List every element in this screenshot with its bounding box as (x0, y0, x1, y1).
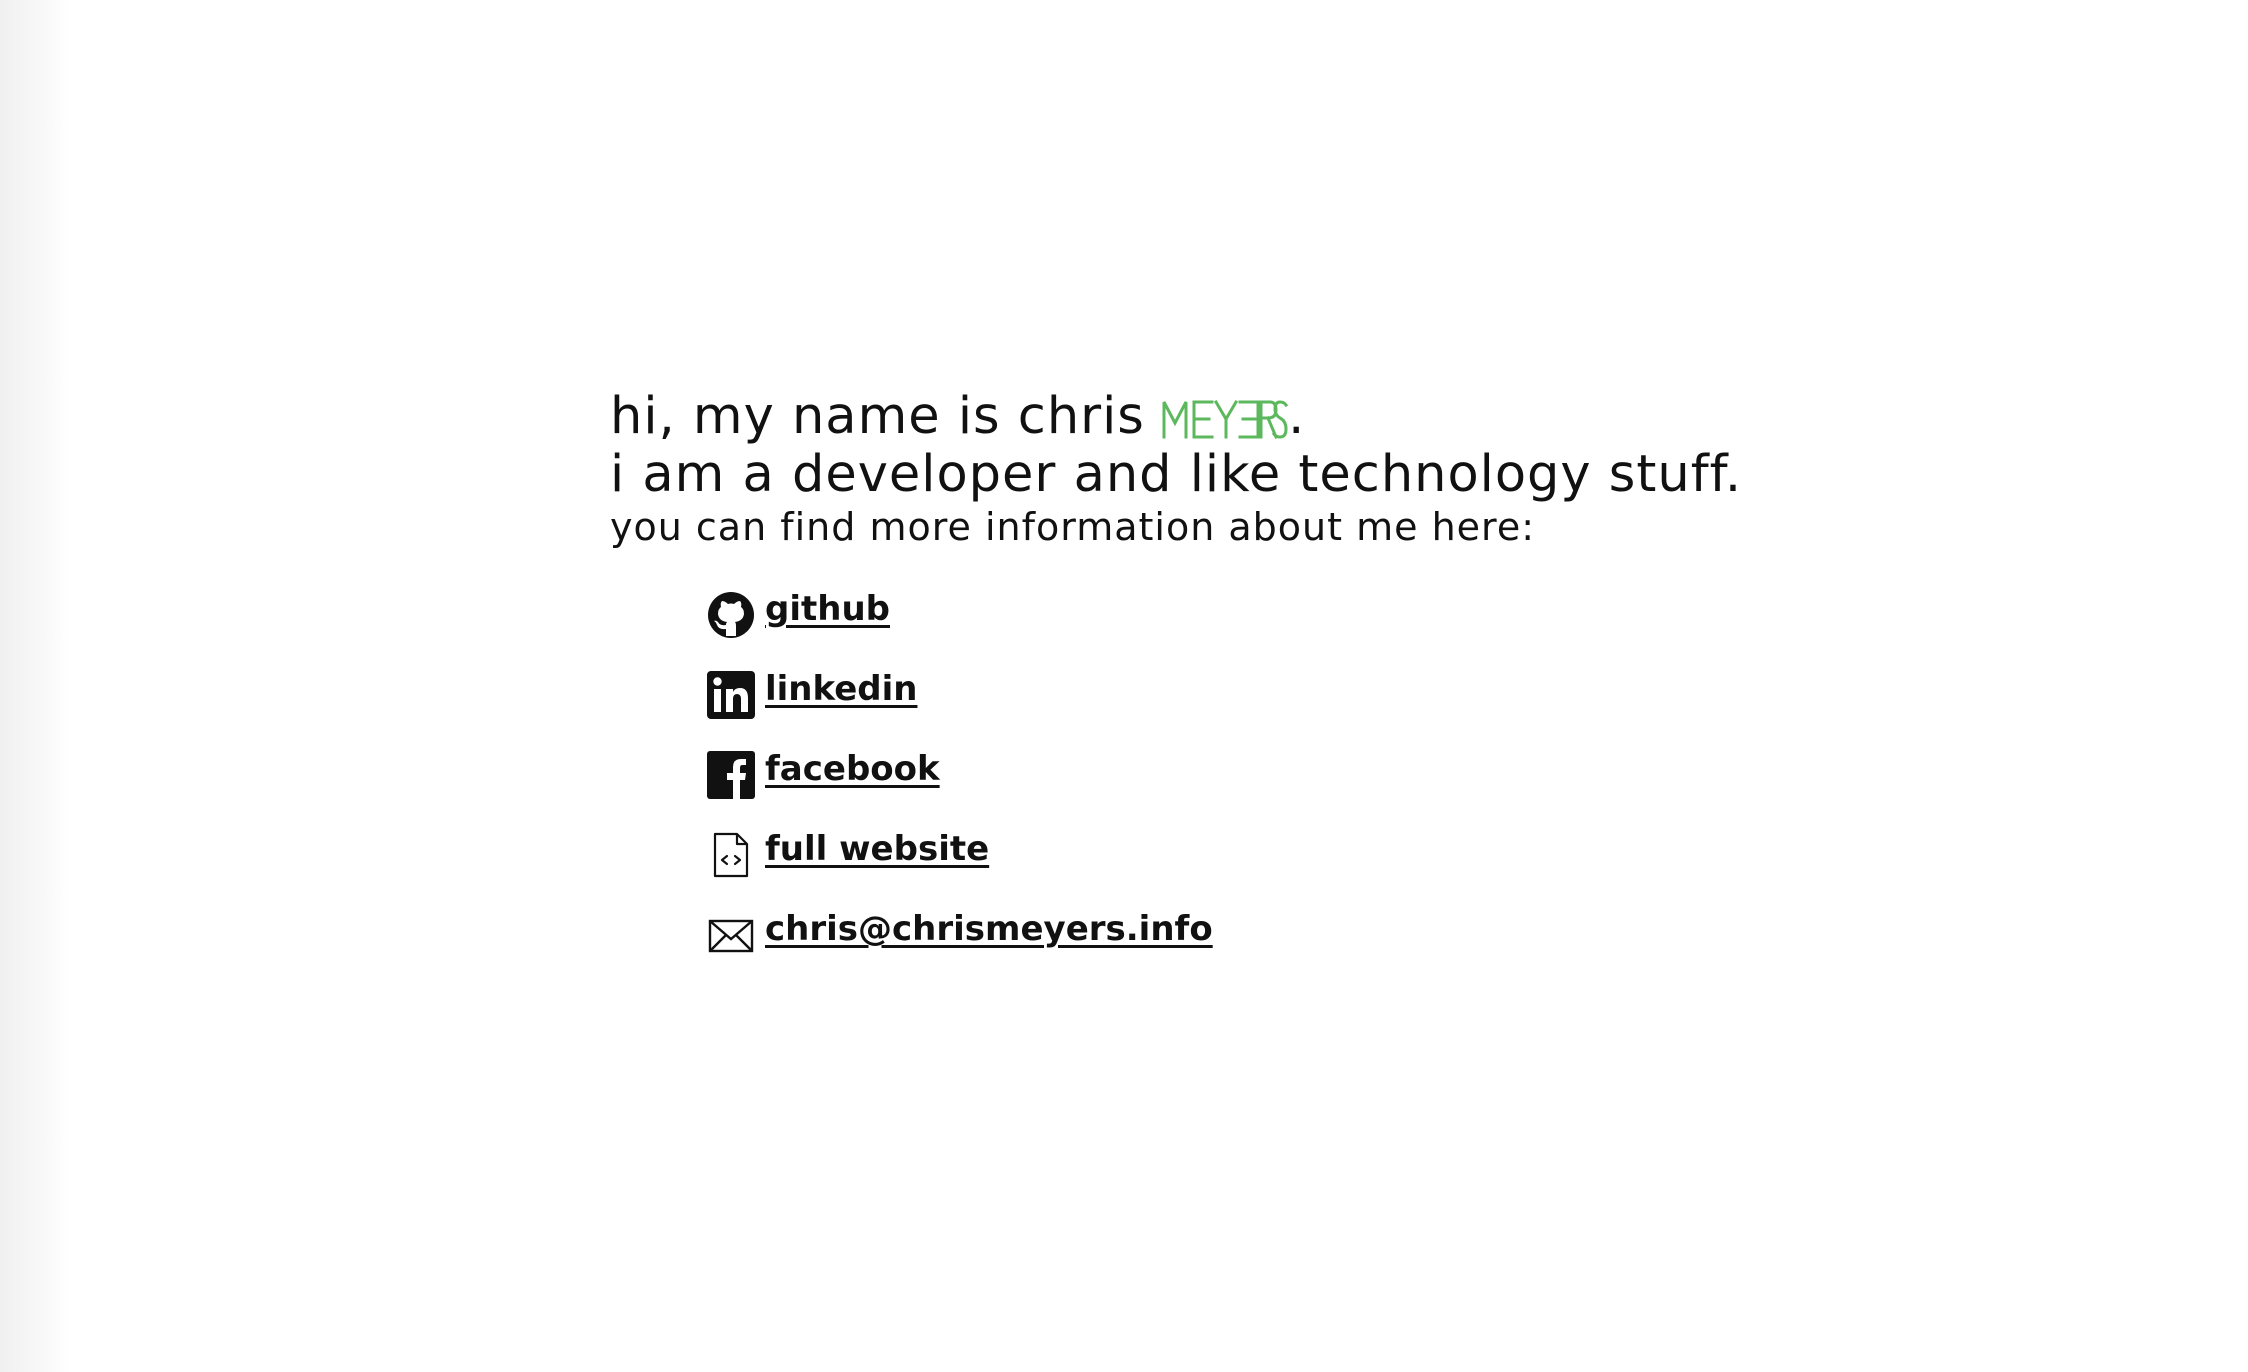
surname-logo (1162, 399, 1289, 439)
greeting-line: hi, my name is chris . (610, 388, 1910, 446)
github-icon[interactable] (707, 591, 755, 639)
intro-block: hi, my name is chris . i am a developer … (610, 388, 1910, 550)
email-link[interactable]: chris@chrismeyers.info (765, 909, 1213, 949)
linkedin-icon[interactable] (707, 671, 755, 719)
tagline: i am a developer and like technology stu… (610, 445, 1743, 504)
list-item: full website (707, 828, 1213, 882)
list-item: github (707, 588, 1213, 642)
linkedin-link[interactable]: linkedin (765, 669, 917, 709)
code-file-icon[interactable] (707, 831, 755, 879)
facebook-icon[interactable] (707, 751, 755, 799)
greeting-suffix: . (1288, 387, 1306, 446)
list-item: linkedin (707, 668, 1213, 722)
facebook-link[interactable]: facebook (765, 749, 940, 789)
list-item: facebook (707, 748, 1213, 802)
list-item: chris@chrismeyers.info (707, 908, 1213, 962)
left-edge-shade (0, 0, 70, 1372)
full-website-link[interactable]: full website (765, 829, 989, 869)
github-link[interactable]: github (765, 589, 890, 629)
envelope-icon[interactable] (707, 911, 755, 959)
social-links-list: github linkedin facebook full website ch… (707, 588, 1213, 988)
info-prompt: you can find more information about me h… (610, 505, 1535, 549)
greeting-prefix: hi, my name is chris (610, 387, 1163, 446)
